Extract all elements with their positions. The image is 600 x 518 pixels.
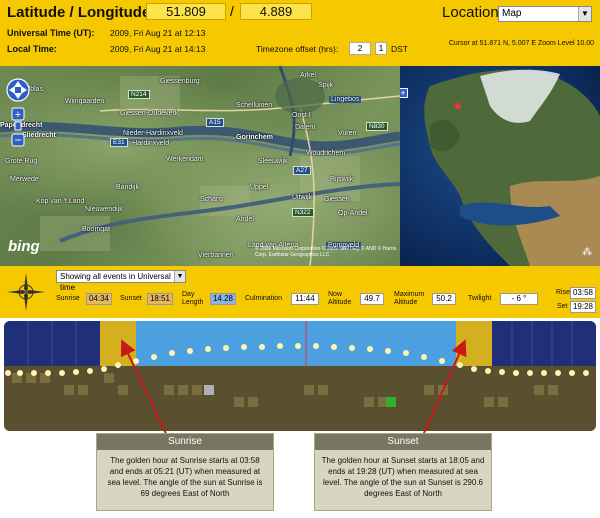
- place-label: Merwede: [10, 176, 39, 183]
- road-label: E31: [110, 138, 128, 147]
- sunset-value: 18:51: [147, 293, 173, 305]
- place-label: Schans: [200, 196, 224, 203]
- sunset-label: Sunset: [120, 295, 142, 302]
- road-label: A27: [293, 166, 311, 175]
- place-label: Giessen-Oudekerk: [120, 110, 179, 117]
- chevron-down-icon[interactable]: ▼: [174, 271, 185, 282]
- set-value: 19:28: [570, 301, 596, 313]
- rise-label: Rise: [556, 289, 571, 296]
- culmination-value: 11:44: [291, 293, 319, 305]
- location-label: Location: [442, 4, 499, 21]
- place-label: Giessenburg: [160, 78, 200, 85]
- set-label: Set: [557, 303, 568, 310]
- utc-label: Universal Time (UT):: [7, 28, 95, 38]
- sunset-callout-title: Sunset: [315, 434, 491, 450]
- timezone-offset-input[interactable]: 2: [349, 42, 371, 55]
- twilight-select[interactable]: - 6 °: [500, 293, 538, 305]
- sunrise-callout: Sunrise The golden hour at Sunrise start…: [96, 433, 274, 511]
- time-mode-select[interactable]: Showing all events in Universal time ▼: [56, 270, 186, 292]
- place-label: Wijngaarden: [65, 98, 105, 105]
- road-label: N830: [366, 122, 388, 131]
- twilight-label: Twilight: [468, 295, 492, 302]
- utc-value: 2009, Fri Aug 21 at 12:13: [110, 28, 206, 38]
- place-label: Boomgat: [82, 226, 111, 233]
- place-label: Grote Rug: [5, 158, 38, 165]
- place-label: Werkendam: [166, 156, 204, 163]
- timeline-graphic: [4, 321, 596, 431]
- place-label: Nieder-Hardinxveld: [123, 130, 183, 137]
- dst-input[interactable]: 1: [375, 42, 387, 55]
- sunrise-callout-title: Sunrise: [97, 434, 273, 450]
- place-label: Nieuwendijk: [85, 206, 123, 213]
- culmination-label: Culmination: [245, 295, 282, 302]
- svg-text:+: +: [15, 109, 21, 121]
- header-panel: Latitude / Longitude 51.809 / 4.889 Loca…: [0, 0, 600, 66]
- sun-data-panel: Showing all events in Universal time ▼ S…: [0, 266, 600, 318]
- place-label: Sleeuwijk: [258, 158, 288, 165]
- sunrise-label: Sunrise: [56, 295, 80, 302]
- sunrise-callout-text: The golden hour at Sunrise starts at 03:…: [107, 456, 263, 498]
- place-label: Bandijk: [116, 184, 139, 191]
- pan-zoom-icon[interactable]: + −: [4, 78, 32, 150]
- place-label: Schelluinen: [236, 102, 273, 109]
- lat-lon-separator: /: [230, 3, 234, 19]
- dst-label: DST: [391, 44, 408, 54]
- location-select-value: Map: [502, 8, 522, 19]
- place-label: Kop van 't Land: [36, 198, 85, 205]
- svg-text:−: −: [14, 133, 21, 147]
- sunset-callout: Sunset The golden hour at Sunset starts …: [314, 433, 492, 511]
- chevron-down-icon[interactable]: ▼: [578, 7, 591, 21]
- local-time-label: Local Time:: [7, 44, 57, 54]
- world-globe-view[interactable]: + ⁂: [400, 66, 600, 266]
- latitude-field[interactable]: 51.809: [146, 3, 226, 20]
- timezone-label: Timezone offset (hrs):: [256, 44, 339, 54]
- place-label: Vuren: [338, 130, 357, 137]
- max-altitude-label: Maximum Altitude: [394, 291, 425, 306]
- place-label: Spijk: [318, 82, 334, 89]
- day-length-label: Day Length: [182, 291, 204, 306]
- place-label: Woudrichem: [306, 150, 346, 157]
- day-length-value: 14.28: [210, 293, 236, 305]
- place-label: Giessen: [324, 196, 350, 203]
- longitude-field[interactable]: 4.889: [240, 3, 312, 20]
- bing-logo: bing: [8, 238, 40, 255]
- compass-icon: [7, 273, 45, 311]
- expand-icon[interactable]: +: [400, 88, 408, 98]
- rise-value: 03:58: [570, 287, 596, 299]
- local-time-value: 2009, Fri Aug 21 at 14:13: [110, 44, 206, 54]
- aerial-map[interactable]: Alblas Wijngaarden Giessenburg Giessen-O…: [0, 66, 400, 266]
- place-label: Uppel: [250, 184, 269, 191]
- place-label: Arkel: [300, 72, 316, 79]
- place-label: Uitwijk: [292, 194, 313, 201]
- place-label: Andel: [236, 216, 254, 223]
- logo-mark-icon: ⁂: [582, 247, 592, 258]
- place-label: Oost I: [292, 112, 311, 119]
- place-label: Lingebos: [329, 96, 362, 103]
- cursor-info: Cursor at 51.871 N, 5.007 E Zoom Level 1…: [448, 40, 594, 47]
- time-mode-value: Showing all events in Universal time: [60, 272, 171, 292]
- road-label: N214: [128, 90, 150, 99]
- road-label: A15: [206, 118, 224, 127]
- sun-timeline[interactable]: [4, 321, 596, 431]
- place-label: Dalem: [295, 124, 316, 131]
- map-copyright: © 2009 Microsoft Corporation © 2009 NAVT…: [255, 246, 397, 258]
- now-altitude-value: 49.7: [360, 293, 384, 305]
- place-label: Rijswijk: [330, 176, 354, 183]
- location-select[interactable]: Map ▼: [498, 6, 592, 22]
- lat-lon-title: Latitude / Longitude: [7, 4, 151, 21]
- max-altitude-value: 50.2: [432, 293, 456, 305]
- road-label: N322: [292, 208, 314, 217]
- now-altitude-label: Now Altitude: [328, 291, 352, 306]
- place-label: Op-Andel: [338, 210, 368, 217]
- europe-globe-icon: [424, 69, 600, 266]
- sunset-callout-text: The golden hour at Sunset starts at 18:0…: [321, 456, 485, 498]
- sunrise-value: 04:34: [86, 293, 112, 305]
- place-label: Gorinchem: [236, 134, 273, 141]
- place-label: Vierbannen: [198, 252, 234, 259]
